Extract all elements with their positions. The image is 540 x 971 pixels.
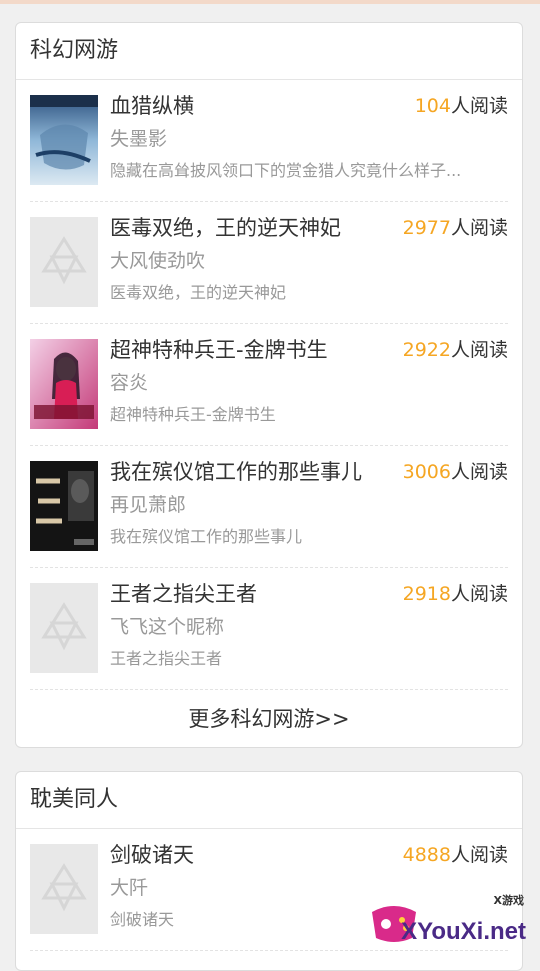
read-count-number: 2977 — [402, 217, 451, 239]
read-count-suffix: 人阅读 — [450, 95, 508, 117]
book-author: 飞飞这个昵称 — [110, 616, 225, 638]
book-author: 再见萧郎 — [110, 494, 187, 516]
book-description: 隐藏在高耸披风领口下的赏金猎人究竟什么样子... — [110, 161, 462, 180]
site-watermark: X游戏 XYouXi.net — [364, 892, 534, 952]
read-count: 104人阅读 — [415, 90, 508, 122]
section-title: 科幻网游 — [16, 23, 522, 80]
book-cover[interactable] — [30, 339, 98, 429]
watermark-small-text: X游戏 — [493, 894, 524, 907]
read-count-suffix: 人阅读 — [450, 583, 508, 605]
read-count-number: 4888 — [402, 844, 451, 866]
read-count-number: 104 — [414, 95, 451, 117]
read-count-suffix: 人阅读 — [450, 217, 508, 239]
read-count-number: 2922 — [402, 339, 451, 361]
read-count-suffix: 人阅读 — [450, 339, 508, 361]
book-cover-placeholder[interactable] — [30, 217, 98, 307]
book-cover[interactable] — [30, 95, 98, 185]
read-count: 3006人阅读 — [403, 456, 508, 488]
read-count: 4888人阅读 — [403, 839, 508, 871]
read-count: 2922人阅读 — [403, 334, 508, 366]
book-author: 失墨影 — [110, 128, 168, 150]
book-description: 医毒双绝，王的逆天神妃 — [110, 283, 287, 302]
book-description: 超神特种兵王-金牌书生 — [110, 405, 276, 424]
read-count-number: 3006 — [402, 461, 451, 483]
read-count: 2977人阅读 — [403, 212, 508, 244]
book-description: 我在殡仪馆工作的那些事儿 — [110, 527, 303, 546]
top-accent-bar — [0, 0, 540, 4]
book-item[interactable]: 我在殡仪馆工作的那些事儿 再见萧郎 我在殡仪馆工作的那些事儿 3006人阅读 — [30, 446, 508, 568]
book-item[interactable]: 血猎纵横 失墨影 隐藏在高耸披风领口下的赏金猎人究竟什么样子... 104人阅读 — [30, 80, 508, 202]
book-cover-placeholder[interactable] — [30, 583, 98, 673]
section-card-scifi: 科幻网游 血猎纵横 失墨影 隐藏在高耸披风领口下的赏金猎人究竟什么样子... 1… — [15, 22, 523, 748]
book-cover[interactable] — [30, 461, 98, 551]
book-cover-placeholder[interactable] — [30, 844, 98, 934]
book-author: 容炎 — [110, 372, 149, 394]
watermark-text: XYouXi.net — [401, 918, 526, 945]
book-item[interactable]: 医毒双绝，王的逆天神妃 大风使劲吹 医毒双绝，王的逆天神妃 2977人阅读 — [30, 202, 508, 324]
read-count: 2918人阅读 — [403, 578, 508, 610]
more-scifi-link[interactable]: 更多科幻网游>> — [16, 690, 522, 748]
section-title: 耽美同人 — [16, 772, 522, 829]
book-author: 大风使劲吹 — [110, 250, 206, 272]
read-count-suffix: 人阅读 — [450, 844, 508, 866]
read-count-suffix: 人阅读 — [450, 461, 508, 483]
read-count-number: 2918 — [402, 583, 451, 605]
book-item[interactable]: 王者之指尖王者 飞飞这个昵称 王者之指尖王者 2918人阅读 — [30, 568, 508, 690]
book-description: 王者之指尖王者 — [110, 649, 223, 668]
book-item[interactable]: 超神特种兵王-金牌书生 容炎 超神特种兵王-金牌书生 2922人阅读 — [30, 324, 508, 446]
